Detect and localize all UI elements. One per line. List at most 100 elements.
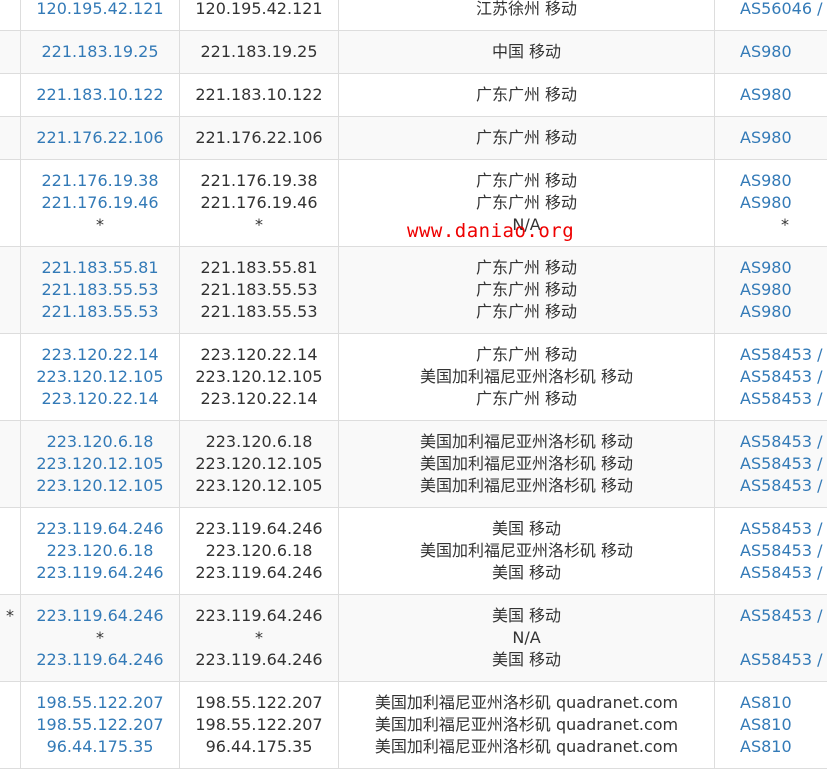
hostname-value: * xyxy=(180,214,338,236)
location-cell: 中国 移动 xyxy=(339,31,715,74)
ip-value[interactable]: 223.120.12.105 xyxy=(21,453,179,475)
ip-value[interactable]: 223.119.64.246 xyxy=(21,562,179,584)
ip-value[interactable]: 223.120.22.14 xyxy=(21,388,179,410)
location-value: 广东广州 移动 xyxy=(339,84,714,106)
hostname-value: 96.44.175.35 xyxy=(180,736,338,758)
location-cell: 美国 移动美国加利福尼亚州洛杉矶 移动美国 移动 xyxy=(339,508,715,595)
asn-value[interactable]: AS980 xyxy=(740,84,827,106)
hostname-value: 221.176.19.46 xyxy=(180,192,338,214)
asn-value[interactable]: AS58453 / A xyxy=(740,605,827,627)
hostname-cell: 120.195.42.121 xyxy=(180,0,339,31)
location-value: 广东广州 移动 xyxy=(339,257,714,279)
ip-value[interactable]: 96.44.175.35 xyxy=(21,736,179,758)
ip-value[interactable]: 223.120.12.105 xyxy=(21,475,179,497)
ip-value[interactable]: 198.55.122.207 xyxy=(21,692,179,714)
hop-marker xyxy=(0,257,20,279)
asn-value[interactable]: AS980 xyxy=(740,279,827,301)
hop-row: 120.195.42.121120.195.42.121江苏徐州 移动AS560… xyxy=(0,0,827,31)
ip-value[interactable]: 221.183.55.81 xyxy=(21,257,179,279)
location-value: 美国 移动 xyxy=(339,605,714,627)
hostname-value: 221.176.22.106 xyxy=(180,127,338,149)
hop-row: 223.120.6.18223.120.12.105223.120.12.105… xyxy=(0,421,827,508)
ip-value[interactable]: 221.183.19.25 xyxy=(21,41,179,63)
ip-value: * xyxy=(21,214,179,236)
ip-cell: 223.119.64.246*223.119.64.246 xyxy=(21,595,180,682)
asn-value[interactable]: AS58453 / A xyxy=(740,388,827,410)
asn-value[interactable]: AS980 xyxy=(740,170,827,192)
hostname-value: 221.183.55.81 xyxy=(180,257,338,279)
hostname-value: 223.120.12.105 xyxy=(180,475,338,497)
ip-value[interactable]: 120.195.42.121 xyxy=(21,0,179,20)
asn-cell: AS810AS810AS810 xyxy=(715,682,827,769)
location-cell: 广东广州 移动美国加利福尼亚州洛杉矶 移动广东广州 移动 xyxy=(339,334,715,421)
location-value: 广东广州 移动 xyxy=(339,127,714,149)
ip-value[interactable]: 221.183.10.122 xyxy=(21,84,179,106)
ip-cell: 223.120.22.14223.120.12.105223.120.22.14 xyxy=(21,334,180,421)
hop-marker xyxy=(0,41,20,63)
asn-value[interactable]: AS810 xyxy=(740,714,827,736)
watermark: www.daniao.org xyxy=(407,220,574,242)
ip-value[interactable]: 221.176.19.46 xyxy=(21,192,179,214)
location-value: N/A xyxy=(339,627,714,649)
asn-value[interactable]: AS58453 / A xyxy=(740,366,827,388)
asn-value[interactable]: AS980 xyxy=(740,127,827,149)
asn-value[interactable]: AS58453 / A xyxy=(740,649,827,671)
asn-value[interactable]: AS980 xyxy=(740,41,827,63)
ip-value[interactable]: 221.176.22.106 xyxy=(21,127,179,149)
asn-value[interactable]: AS58453 / A xyxy=(740,540,827,562)
location-value: 江苏徐州 移动 xyxy=(339,0,714,20)
hop-marker xyxy=(0,170,20,192)
ip-value[interactable]: 223.119.64.246 xyxy=(21,649,179,671)
hop-number-cell xyxy=(0,74,21,117)
hop-row: 221.183.55.81221.183.55.53221.183.55.532… xyxy=(0,247,827,334)
asn-value[interactable]: AS980 xyxy=(740,257,827,279)
asn-value[interactable]: AS980 xyxy=(740,192,827,214)
ip-value[interactable]: 223.120.12.105 xyxy=(21,366,179,388)
asn-value[interactable]: AS56046 / A xyxy=(740,0,827,20)
ip-value[interactable]: 198.55.122.207 xyxy=(21,714,179,736)
ip-value[interactable]: 223.120.22.14 xyxy=(21,344,179,366)
ip-value[interactable]: 223.120.6.18 xyxy=(21,540,179,562)
asn-value[interactable]: AS810 xyxy=(740,736,827,758)
hop-number-cell xyxy=(0,160,21,247)
asn-cell: AS980AS980AS980 xyxy=(715,247,827,334)
hop-marker xyxy=(0,127,20,149)
asn-value[interactable]: AS58453 / A xyxy=(740,344,827,366)
asn-value[interactable]: AS980 xyxy=(740,301,827,323)
hostname-cell: 223.120.6.18223.120.12.105223.120.12.105 xyxy=(180,421,339,508)
hostname-value: 223.119.64.246 xyxy=(180,605,338,627)
ip-cell: 221.183.19.25 xyxy=(21,31,180,74)
location-value: 美国 移动 xyxy=(339,518,714,540)
ip-cell: 198.55.122.207198.55.122.20796.44.175.35 xyxy=(21,682,180,769)
location-value: 中国 移动 xyxy=(339,41,714,63)
location-value: 广东广州 移动 xyxy=(339,192,714,214)
traceroute-table: 120.195.42.121120.195.42.121江苏徐州 移动AS560… xyxy=(0,0,827,769)
ip-value[interactable]: 223.120.6.18 xyxy=(21,431,179,453)
hostname-value: * xyxy=(180,627,338,649)
asn-value[interactable]: AS58453 / A xyxy=(740,453,827,475)
ip-cell: 223.119.64.246223.120.6.18223.119.64.246 xyxy=(21,508,180,595)
hop-number-cell xyxy=(0,682,21,769)
asn-cell: AS980 xyxy=(715,74,827,117)
asn-cell: AS980 xyxy=(715,117,827,160)
asn-value[interactable]: AS58453 / A xyxy=(740,475,827,497)
ip-value[interactable]: 221.183.55.53 xyxy=(21,301,179,323)
hop-number-cell xyxy=(0,0,21,31)
asn-value[interactable]: AS58453 / A xyxy=(740,518,827,540)
ip-value: * xyxy=(21,627,179,649)
ip-value[interactable]: 221.176.19.38 xyxy=(21,170,179,192)
hostname-value: 221.183.19.25 xyxy=(180,41,338,63)
asn-value[interactable]: AS810 xyxy=(740,692,827,714)
asn-value: * xyxy=(715,214,827,236)
hostname-cell: 221.176.19.38221.176.19.46* xyxy=(180,160,339,247)
hop-marker xyxy=(0,0,20,20)
ip-value[interactable]: 223.119.64.246 xyxy=(21,518,179,540)
hostname-value: 221.183.55.53 xyxy=(180,301,338,323)
ip-value[interactable]: 223.119.64.246 xyxy=(21,605,179,627)
ip-value[interactable]: 221.183.55.53 xyxy=(21,279,179,301)
asn-value[interactable]: AS58453 / A xyxy=(740,562,827,584)
asn-value[interactable]: AS58453 / A xyxy=(740,431,827,453)
hop-row: 221.183.19.25221.183.19.25中国 移动AS980 xyxy=(0,31,827,74)
location-cell: 广东广州 移动 xyxy=(339,74,715,117)
hostname-value: 221.183.55.53 xyxy=(180,279,338,301)
